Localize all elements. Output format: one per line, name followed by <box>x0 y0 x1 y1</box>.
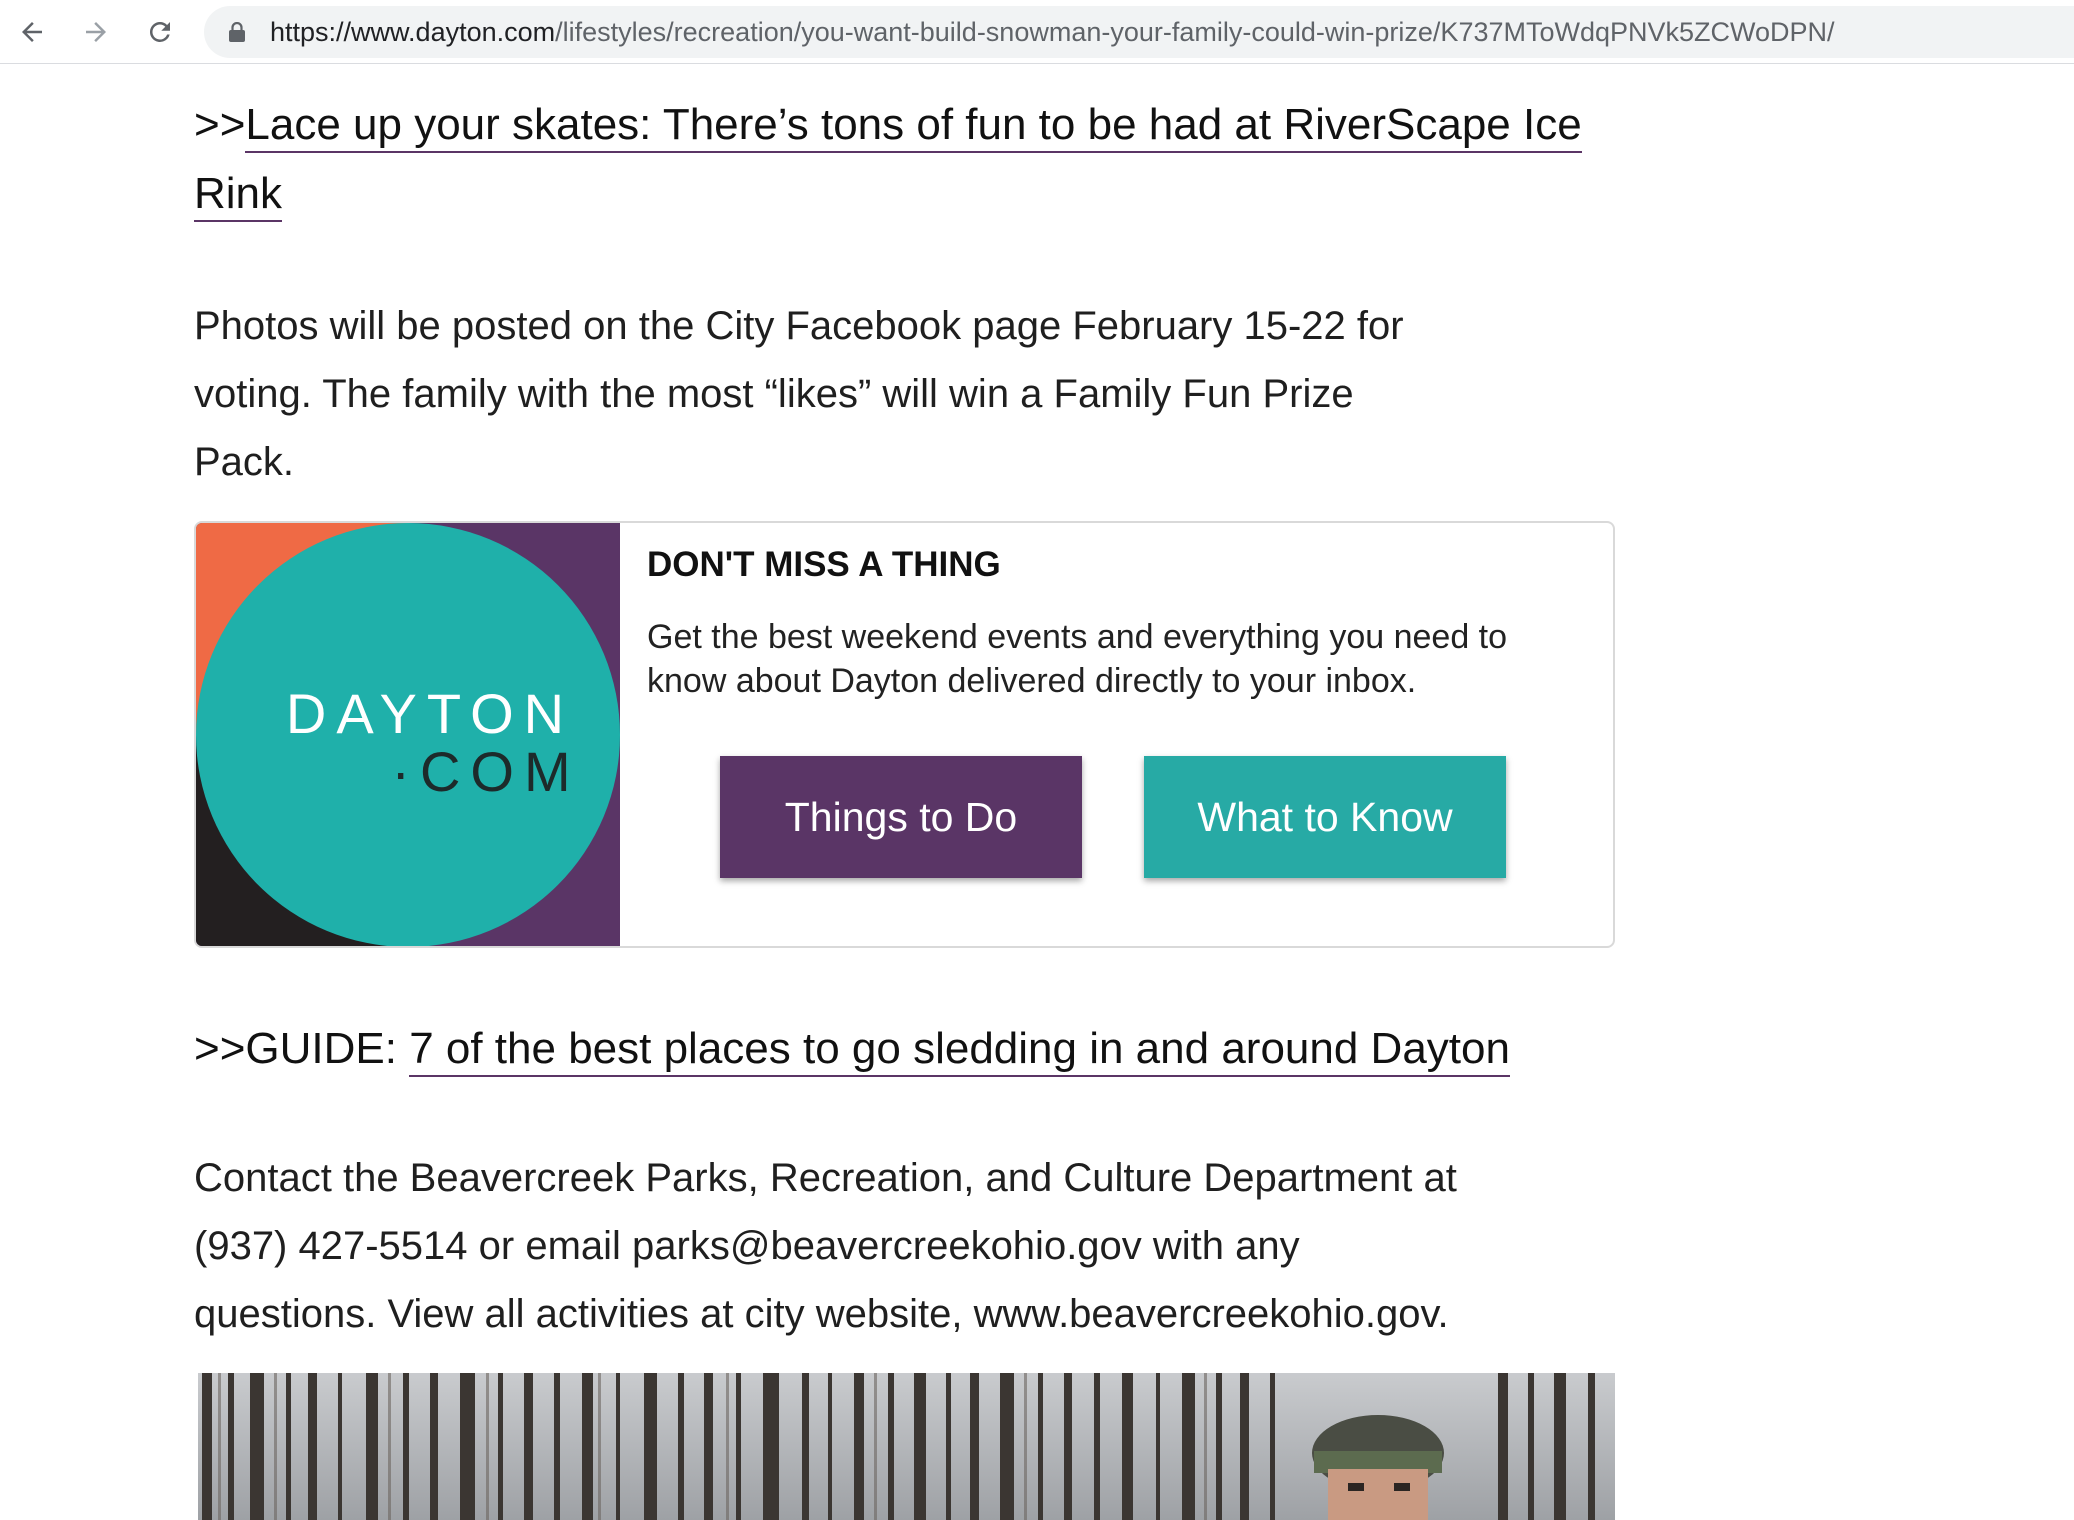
logo-wordmark-top: DAYTON <box>286 682 574 745</box>
url-path: /lifestyles/recreation/you-want-build-sn… <box>555 17 1835 47</box>
address-bar[interactable]: https://www.dayton.com/lifestyles/recrea… <box>204 6 2074 58</box>
promo-title: DON'T MISS A THING <box>647 545 1001 584</box>
forward-button[interactable] <box>72 8 120 56</box>
newsletter-promo: DAYTON ·COM DON'T MISS A THING Get the b… <box>194 521 1615 948</box>
related-link-line: >>Lace up your skates: There’s tons of f… <box>194 91 1582 159</box>
what-to-know-button[interactable]: What to Know <box>1144 756 1506 878</box>
things-to-do-button[interactable]: Things to Do <box>720 756 1082 878</box>
promo-text-line: know about Dayton delivered directly to … <box>647 662 1417 700</box>
paragraph-line: Pack. <box>194 440 295 484</box>
guide-link-line: >>GUIDE: 7 of the best places to go sled… <box>194 1015 1510 1083</box>
related-link-line-2: Rink <box>194 160 283 228</box>
arrow-left-icon <box>22 22 42 42</box>
guide-prefix: >>GUIDE: <box>194 1024 410 1073</box>
forest-photo-graphic <box>198 1373 1615 1520</box>
arrow-right-icon <box>86 22 106 42</box>
paragraph-line: (937) 427-5514 or email parks@beavercree… <box>194 1224 1300 1268</box>
back-button[interactable] <box>8 8 56 56</box>
riverscape-link-continued[interactable]: Rink <box>194 169 283 222</box>
browser-toolbar: https://www.dayton.com/lifestyles/recrea… <box>0 0 2074 64</box>
lock-icon <box>229 22 245 42</box>
paragraph-line: Photos will be posted on the City Facebo… <box>194 304 1404 348</box>
sledding-guide-link[interactable]: 7 of the best places to go sledding in a… <box>409 1024 1510 1077</box>
reload-icon <box>149 21 170 42</box>
paragraph-line: Contact the Beavercreek Parks, Recreatio… <box>194 1156 1457 1200</box>
promo-description: Get the best weekend events and everythi… <box>647 615 1587 703</box>
url-host: https://www.dayton.com <box>270 17 556 47</box>
paragraph-line: voting. The family with the most “likes”… <box>194 372 1354 416</box>
dayton-logo-graphic: DAYTON ·COM <box>196 523 620 946</box>
paragraph-line: questions. View all activities at city w… <box>194 1292 1449 1336</box>
url-text: https://www.dayton.com/lifestyles/recrea… <box>270 16 1835 48</box>
riverscape-link[interactable]: Lace up your skates: There’s tons of fun… <box>245 100 1582 153</box>
article-photo <box>198 1373 1615 1520</box>
dayton-logo: DAYTON ·COM <box>196 523 620 946</box>
reload-button[interactable] <box>136 8 184 56</box>
logo-wordmark-bottom: ·COM <box>391 740 580 803</box>
promo-text-line: Get the best weekend events and everythi… <box>647 618 1508 656</box>
link-prefix: >> <box>194 100 246 149</box>
